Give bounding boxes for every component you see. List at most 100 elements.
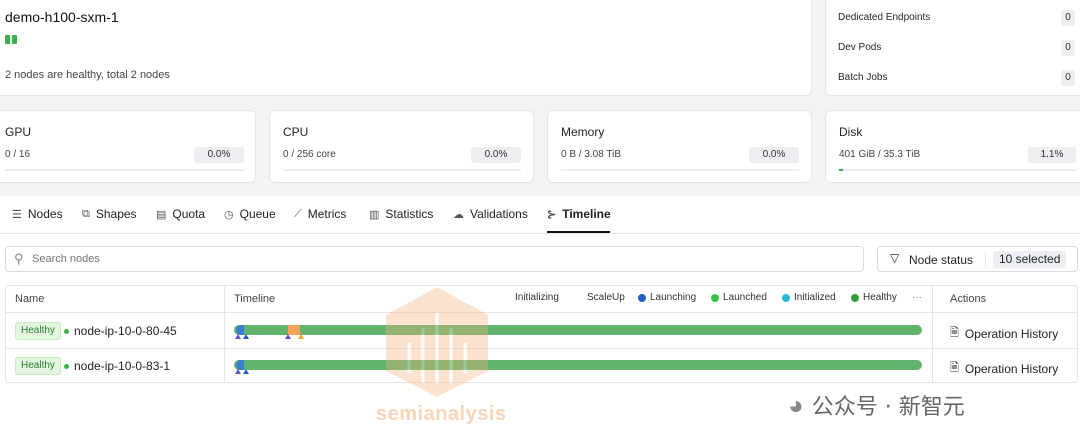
gpu-percent: 0.0% <box>194 147 244 163</box>
cluster-health-text: 2 nodes are healthy, total 2 nodes <box>5 69 170 81</box>
cpu-label: CPU <box>283 125 309 139</box>
node-health-indicators <box>5 35 17 44</box>
cluster-name: demo-h100-sxm-1 <box>5 9 119 25</box>
gpu-usage-bar <box>5 169 245 171</box>
wechat-icon: ◕ <box>788 389 804 420</box>
legend-scaleup[interactable]: ScaleUp <box>587 292 625 303</box>
tab-validations[interactable]: ☁ Validations <box>453 207 528 221</box>
disk-label: Disk <box>839 125 863 139</box>
node-name-cell[interactable]: node-ip-10-0-83-1 <box>64 359 170 373</box>
tab-nodes-label: Nodes <box>27 207 63 221</box>
history-icon: 🗎 <box>950 327 959 339</box>
filter-icon: ▽ <box>890 251 900 265</box>
col-header-actions[interactable]: Actions <box>950 293 986 305</box>
tab-validations-label: Validations <box>470 207 528 221</box>
disk-percent: 1.1% <box>1028 147 1076 163</box>
operation-history-label: Operation History <box>964 361 1059 376</box>
timeline-event-marker[interactable] <box>243 334 249 339</box>
dedicated-endpoints-row[interactable]: Dedicated Endpoints 0 <box>838 10 1080 26</box>
col-header-timeline[interactable]: Timeline <box>234 293 275 305</box>
filter-label: Node status <box>909 253 974 267</box>
active-tab-underline <box>547 231 610 233</box>
cpu-card: CPU 0 / 256 core 0.0% <box>269 110 534 183</box>
server-icon: ☰ <box>12 208 22 221</box>
dev-pods-label: Dev Pods <box>838 42 882 53</box>
search-input[interactable] <box>32 251 832 267</box>
quota-icon: ▤ <box>156 208 167 221</box>
tab-timeline[interactable]: ⊱ Timeline <box>547 207 611 221</box>
node-name: node-ip-10-0-83-1 <box>74 359 171 373</box>
cpu-percent: 0.0% <box>471 147 521 163</box>
legend-healthy-label: Healthy <box>863 292 897 303</box>
tab-statistics-label: Statistics <box>385 207 434 221</box>
clock-icon: ◷ <box>224 208 234 221</box>
gpu-value: 0 / 16 <box>5 149 31 160</box>
col-divider <box>224 285 225 383</box>
legend-healthy[interactable]: Healthy <box>851 292 897 303</box>
timeline-event-marker[interactable] <box>235 369 241 374</box>
node-status-dot <box>64 363 69 369</box>
tab-metrics[interactable]: ⟋ Metrics <box>294 207 346 221</box>
batch-jobs-row[interactable]: Batch Jobs 0 <box>838 70 1080 86</box>
wechat-watermark: ◕ 公众号 · 新智元 <box>788 389 965 421</box>
batch-jobs-count: 0 <box>1061 70 1075 86</box>
shapes-icon: ⧉ <box>82 207 90 220</box>
watermark-hexagon-icon <box>386 287 488 397</box>
legend-launching[interactable]: Launching <box>638 292 696 303</box>
timeline-event-marker[interactable] <box>285 334 291 339</box>
initialized-dot-icon <box>782 293 790 302</box>
tab-shapes[interactable]: ⧉ Shapes <box>82 207 137 221</box>
disk-usage-fill <box>839 169 843 171</box>
node-health-bar <box>12 35 17 44</box>
timeline-event-marker[interactable] <box>298 334 304 339</box>
node-timeline-bar[interactable] <box>234 325 922 335</box>
legend-launched[interactable]: Launched <box>711 292 767 303</box>
gpu-card: GPU 0 / 16 0.0% <box>0 110 256 183</box>
tab-shapes-label: Shapes <box>95 207 137 221</box>
status-badge: Healthy <box>15 322 61 340</box>
node-timeline-bar[interactable] <box>234 360 922 370</box>
legend-initializing-label: Initializing <box>515 292 559 303</box>
col-header-name[interactable]: Name <box>15 293 44 305</box>
healthy-dot-icon <box>851 293 859 302</box>
operation-history-button[interactable]: 🗎 Operation History <box>950 324 1058 343</box>
cloud-check-icon: ☁ <box>453 208 464 221</box>
legend-more-label: ··· <box>912 292 922 303</box>
legend-initialized[interactable]: Initialized <box>782 292 836 303</box>
bar-chart-icon: ▥ <box>369 208 380 221</box>
node-name-cell[interactable]: node-ip-10-0-80-45 <box>64 324 177 338</box>
disk-usage-bar <box>839 169 1077 171</box>
disk-card: Disk 401 GiB / 35.3 TiB 1.1% <box>825 110 1080 183</box>
legend-more-button[interactable]: ··· <box>912 292 922 303</box>
workload-summary-card: Dedicated Endpoints 0 Dev Pods 0 Batch J… <box>825 0 1080 96</box>
node-status-dot <box>64 328 69 334</box>
tab-statistics[interactable]: ▥ Statistics <box>369 207 433 221</box>
legend-scaleup-label: ScaleUp <box>587 292 625 303</box>
disk-value: 401 GiB / 35.3 TiB <box>839 149 921 160</box>
table-header-divider <box>5 312 1078 313</box>
tab-nodes[interactable]: ☰ Nodes <box>12 207 63 221</box>
line-chart-icon: ⟋ <box>294 207 302 220</box>
legend-launching-label: Launching <box>650 292 697 303</box>
tab-metrics-label: Metrics <box>307 207 347 221</box>
legend-initializing[interactable]: Initializing <box>515 292 559 303</box>
tab-queue[interactable]: ◷ Queue <box>224 207 276 221</box>
memory-value: 0 B / 3.08 TiB <box>561 149 622 160</box>
wechat-watermark-text: 公众号 · 新智元 <box>811 395 965 420</box>
node-status-filter[interactable]: ▽ Node status 10 selected <box>877 246 1078 272</box>
timeline-event-marker[interactable] <box>243 369 249 374</box>
row-divider <box>5 348 1078 349</box>
operation-history-button[interactable]: 🗎 Operation History <box>950 359 1058 378</box>
semianalysis-watermark-logo <box>378 283 496 401</box>
filter-selected-badge: 10 selected <box>993 251 1067 268</box>
timeline-event-marker[interactable] <box>235 334 241 339</box>
tab-quota[interactable]: ▤ Quota <box>156 207 205 221</box>
dev-pods-count: 0 <box>1061 40 1075 56</box>
node-health-bar <box>5 35 10 44</box>
dedicated-endpoints-label: Dedicated Endpoints <box>838 12 931 23</box>
dev-pods-row[interactable]: Dev Pods 0 <box>838 40 1080 56</box>
memory-percent: 0.0% <box>749 147 799 163</box>
search-box[interactable]: ⚲ <box>5 246 864 272</box>
tab-queue-label: Queue <box>239 207 276 221</box>
status-badge: Healthy <box>15 357 61 375</box>
